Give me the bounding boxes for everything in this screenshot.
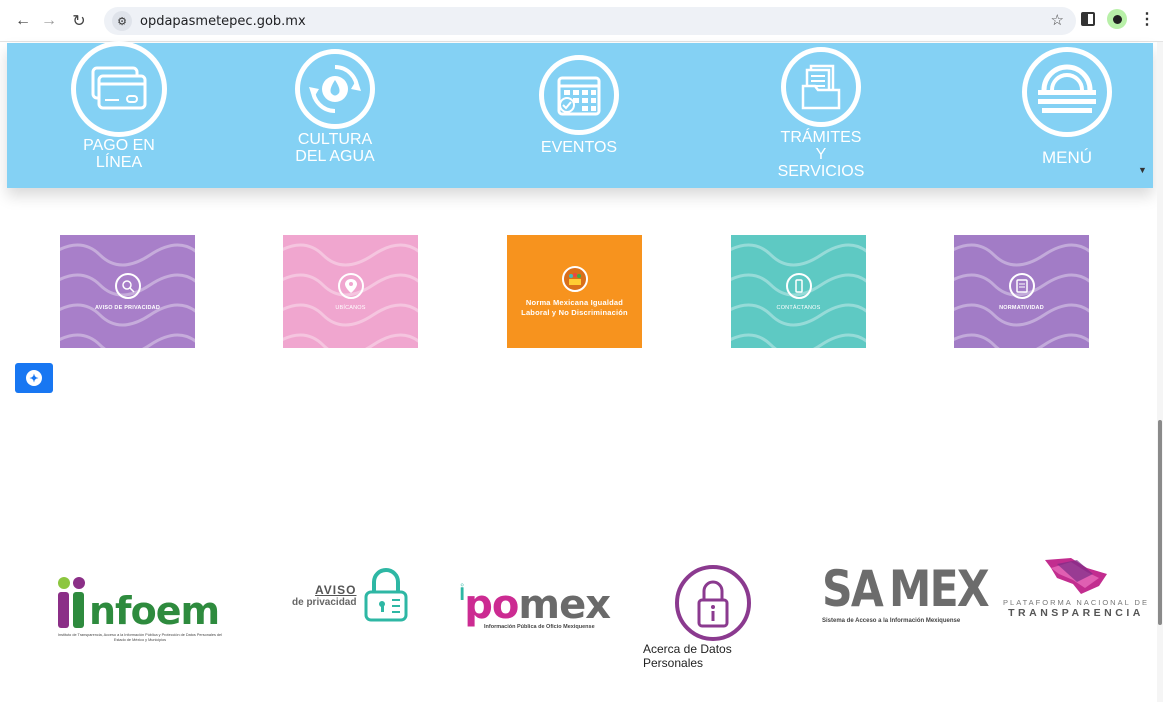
acerca-label: Acerca de Datos Personales (643, 642, 732, 670)
profile-avatar-icon[interactable] (1107, 9, 1127, 29)
saimex-wordmark-left: SA (822, 560, 884, 618)
pnt-line1: PLATAFORMA NACIONAL DE (1003, 598, 1149, 607)
nav-item-tramites-y-servicios[interactable]: TRÁMITES Y SERVICIOS (771, 47, 871, 180)
tile-label: CONTÁCTANOS (776, 304, 821, 311)
saimex-logo[interactable]: SA MEX Sistema de Acceso a la Informació… (822, 556, 989, 624)
nav-label: EVENTOS (540, 139, 618, 156)
infoem-wordmark: nfoem (89, 589, 220, 633)
people-icon (561, 265, 588, 292)
tile-aviso-de-privacidad[interactable]: AVISO DE PRIVACIDAD (60, 235, 195, 348)
accessibility-icon: ✦ (26, 370, 42, 386)
tile-label: AVISO DE PRIVACIDAD (94, 304, 161, 311)
browser-toolbar: ← → ↻ ⚙ opdapasmetepec.gob.mx ☆ ⋮ (0, 0, 1163, 42)
acerca-datos-personales-logo[interactable]: Acerca de Datos Personales (643, 560, 783, 670)
plataforma-nacional-transparencia-logo[interactable]: PLATAFORMA NACIONAL DE TRANSPARENCIA (1002, 556, 1150, 619)
saimex-subtitle: Sistema de Acceso a la Información Mexiq… (822, 618, 961, 624)
tile-label: Norma Mexicana Igualdad Laboral y No Dis… (521, 297, 628, 317)
nav-item-cultura-del-agua[interactable]: CULTURA DEL AGUA (285, 49, 385, 165)
reload-icon[interactable]: ↻ (66, 8, 92, 34)
ipomex-wordmark: pomex (464, 582, 611, 628)
nav-item-pago-en-linea[interactable]: PAGO EN LÍNEA (69, 41, 169, 171)
tile-label: UBÍCANOS (335, 304, 366, 311)
nav-item-eventos[interactable]: EVENTOS (529, 55, 629, 156)
more-options-icon[interactable]: ⋮ (1139, 9, 1155, 29)
info-lock-icon (675, 565, 751, 641)
nav-label: TRÁMITES Y SERVICIOS (777, 129, 865, 180)
tile-ubicanos[interactable]: UBÍCANOS (283, 235, 418, 348)
credit-card-icon (71, 41, 167, 137)
forward-arrow-icon[interactable]: → (36, 8, 62, 34)
dropdown-caret-icon[interactable]: ▼ (1138, 165, 1147, 175)
nav-label: PAGO EN LÍNEA (83, 137, 155, 171)
nav-label: MENÚ (1041, 148, 1093, 167)
infoem-logo[interactable]: nfoem Instituto de Transparencia, Acceso… (55, 575, 225, 643)
menu-logo-icon (1022, 47, 1112, 137)
main-navigation: PAGO EN LÍNEA CULTURA DEL AGUA EVENTOS T… (7, 41, 1153, 188)
back-arrow-icon[interactable]: ← (10, 8, 36, 34)
padlock-icon (364, 568, 408, 622)
calendar-icon (539, 55, 619, 135)
bookmark-star-icon[interactable]: ☆ (1051, 11, 1064, 29)
tile-norma-mexicana[interactable]: Norma Mexicana Igualdad Laboral y No Dis… (507, 235, 642, 348)
documents-icon (781, 47, 861, 127)
nav-label: CULTURA DEL AGUA (295, 131, 375, 165)
infoem-subtitle: Instituto de Transparencia, Acceso a la … (58, 633, 222, 642)
pnt-map-icon (1045, 558, 1107, 594)
scrollbar-thumb[interactable] (1158, 420, 1162, 625)
infoem-figure-icon (58, 577, 85, 628)
site-settings-icon[interactable]: ⚙ (112, 11, 132, 31)
search-icon (114, 272, 141, 299)
url-text: opdapasmetepec.gob.mx (140, 13, 306, 29)
saimex-wordmark-right: MEX (888, 560, 990, 618)
water-drop-icon (295, 49, 375, 129)
phone-icon (785, 272, 812, 299)
tile-label: NORMATIVIDAD (999, 304, 1044, 311)
tile-contactanos[interactable]: CONTÁCTANOS (731, 235, 866, 348)
side-panel-icon[interactable] (1081, 12, 1095, 26)
aviso-de-privacidad-logo[interactable]: AVISO de privacidad (292, 566, 422, 624)
location-pin-icon (337, 272, 364, 299)
nav-item-menu[interactable]: MENÚ (1017, 47, 1117, 166)
pnt-line2: TRANSPARENCIA (1008, 607, 1144, 619)
ipomex-logo[interactable]: pomex Información Pública de Oficio Mexi… (460, 556, 611, 630)
aviso-word: AVISO (315, 582, 357, 597)
aviso-subtitle: de privacidad (292, 596, 357, 608)
accessibility-button[interactable]: ✦ (15, 363, 53, 393)
address-bar[interactable]: ⚙ opdapasmetepec.gob.mx ☆ (104, 7, 1076, 35)
ipomex-subtitle: Información Pública de Oficio Mexiquense (484, 624, 595, 630)
document-icon (1008, 272, 1035, 299)
tile-normatividad[interactable]: NORMATIVIDAD (954, 235, 1089, 348)
